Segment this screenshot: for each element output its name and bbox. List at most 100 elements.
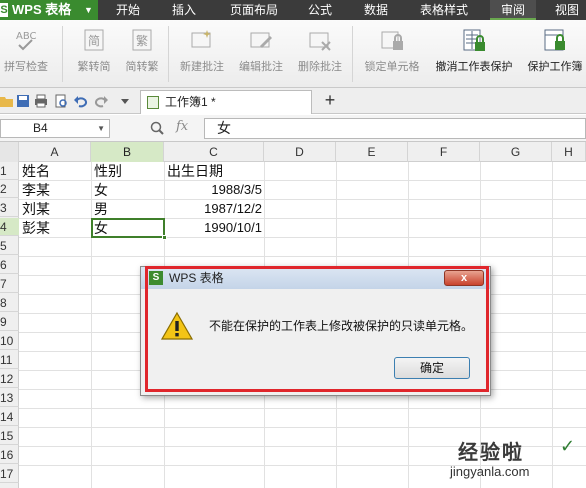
cell-a2[interactable]: 李某 [22,181,50,199]
tab-view[interactable]: 视图 [548,0,586,20]
column-header-a[interactable]: A [19,142,91,162]
ribbon-toolbar: ABC 拼写检查 简 繁转简 繁 简转繁 新建批注 编辑批注 删除批注 锁定单元… [0,20,586,88]
print-preview-icon[interactable] [54,94,68,108]
dialog-title-bar[interactable]: S WPS 表格 x [141,267,490,289]
cell-c3[interactable]: 1987/12/2 [164,200,262,218]
tab-table-styles[interactable]: 表格样式 [410,0,478,20]
row-header[interactable]: 12 [0,370,19,388]
abc-spellcheck-icon: ABC [16,31,37,51]
row-header[interactable]: 7 [0,275,19,293]
dialog-body: 不能在保护的工作表上修改被保护的只读单元格。 确定 [141,289,490,395]
row-header[interactable]: 3 [0,199,19,217]
cell-c2[interactable]: 1988/3/5 [164,181,262,199]
zoom-icon[interactable] [150,121,164,135]
cell-a4[interactable]: 彭某 [22,219,50,237]
tab-review[interactable]: 审阅 [490,0,536,20]
ribbon-separator [62,26,63,82]
svg-text:繁: 繁 [136,33,148,48]
protect-workbook-button[interactable]: 保护工作簿 [524,28,586,74]
gridline [91,162,92,488]
cell-b3[interactable]: 男 [94,200,108,218]
tab-page-layout[interactable]: 页面布局 [222,0,286,20]
select-all-corner[interactable] [0,142,19,162]
simplified-to-traditional-icon: 繁 [132,29,152,51]
row-header[interactable]: 6 [0,256,19,274]
row-header[interactable]: 2 [0,180,19,198]
row-header-bar: 1 2 3 4 5 6 7 8 9 10 11 12 13 14 15 16 1… [0,162,19,488]
active-cell-cursor[interactable] [91,218,167,240]
cell-c4[interactable]: 1990/10/1 [164,219,262,237]
name-box-value: B4 [33,121,48,135]
ribbon-separator [168,26,169,82]
new-tab-button[interactable]: + [320,90,340,112]
close-button[interactable]: x [444,270,484,286]
fx-icon[interactable]: fx [176,119,188,134]
document-tab[interactable]: 工作簿1 * [140,90,312,114]
open-folder-icon[interactable] [0,94,14,108]
column-header-c[interactable]: C [164,142,264,162]
cell-a3[interactable]: 刘某 [22,200,50,218]
undo-icon[interactable] [74,94,88,108]
tab-insert[interactable]: 插入 [160,0,208,20]
row-header-selected[interactable]: 4 [0,218,19,236]
new-comment-icon [191,30,211,48]
cell-b1[interactable]: 性别 [94,162,122,180]
column-header-e[interactable]: E [336,142,408,162]
unprotect-sheet-button[interactable]: 撤消工作表保护 [430,28,518,74]
quick-access-bar: 工作簿1 * + [0,88,586,114]
save-icon[interactable] [16,94,30,108]
tab-home[interactable]: 开始 [104,0,152,20]
tab-formulas[interactable]: 公式 [298,0,342,20]
column-header-bar: A B C D E F G H [0,142,586,162]
row-header[interactable]: 15 [0,427,19,445]
formula-input[interactable]: 女 [204,118,586,139]
row-header[interactable]: 17 [0,465,19,483]
ribbon-separator [352,26,353,82]
protect-workbook-label: 保护工作簿 [527,61,583,73]
customize-dropdown-icon[interactable] [118,94,132,108]
cell-c1[interactable]: 出生日期 [167,162,223,180]
gridline [19,427,586,428]
print-icon[interactable] [34,94,48,108]
app-menu-button[interactable]: S WPS 表格 ▼ [0,0,98,20]
edit-comment-icon [250,32,272,48]
row-header[interactable]: 8 [0,294,19,312]
cell-b2[interactable]: 女 [94,181,108,199]
column-header-b[interactable]: B [91,142,164,162]
lock-cell-button[interactable]: 锁定单元格 [360,28,424,74]
chevron-down-icon: ▼ [84,5,93,15]
row-header[interactable]: 11 [0,351,19,369]
delete-comment-icon [309,32,331,51]
row-header[interactable]: 9 [0,313,19,331]
edit-comment-button[interactable]: 编辑批注 [233,28,289,74]
column-header-g[interactable]: G [480,142,552,162]
watermark-title: 经验啦 [458,442,524,464]
redo-icon[interactable] [94,94,108,108]
cell-a1[interactable]: 姓名 [22,162,50,180]
delete-comment-button[interactable]: 删除批注 [292,28,348,74]
delete-comment-label: 删除批注 [298,61,342,73]
row-header[interactable]: 16 [0,446,19,464]
row-header[interactable]: 14 [0,408,19,426]
fill-handle[interactable] [162,235,167,240]
row-header[interactable]: 5 [0,237,19,255]
name-box[interactable]: B4 ▼ [0,119,110,138]
alert-dialog: S WPS 表格 x 不能在保护的工作表上修改被保护的只读单元格。 确定 [140,266,491,396]
row-header[interactable]: 13 [0,389,19,407]
dialog-message: 不能在保护的工作表上修改被保护的只读单元格。 [209,319,474,333]
wps-logo-icon: S [0,3,8,17]
ok-button[interactable]: 确定 [394,357,470,379]
tab-data[interactable]: 数据 [354,0,398,20]
simp-to-trad-button[interactable]: 繁 简转繁 [120,28,164,74]
column-header-d[interactable]: D [264,142,336,162]
spellcheck-button[interactable]: ABC 拼写检查 [0,28,52,74]
column-header-f[interactable]: F [408,142,480,162]
app-title: WPS 表格 [12,2,72,17]
new-comment-button[interactable]: 新建批注 [174,28,230,74]
row-header[interactable]: 10 [0,332,19,350]
svg-text:简: 简 [88,34,100,48]
row-header[interactable]: 1 [0,162,19,180]
column-header-h[interactable]: H [552,142,586,162]
chevron-down-icon[interactable]: ▼ [97,120,105,137]
trad-to-simp-button[interactable]: 简 繁转简 [72,28,116,74]
